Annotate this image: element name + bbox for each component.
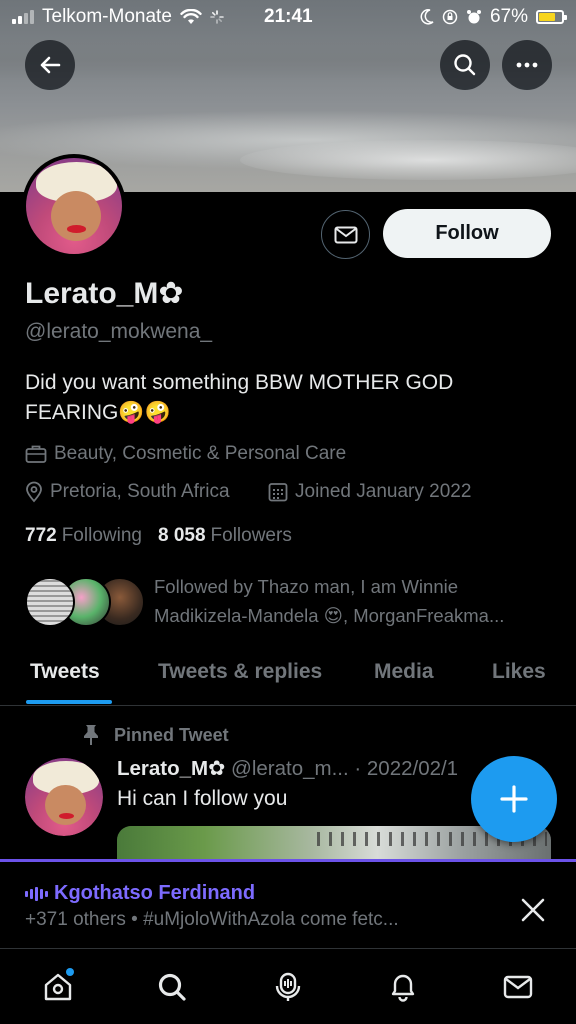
pinned-tweet-label: Pinned Tweet [82, 724, 229, 746]
close-space-button[interactable] [515, 892, 551, 928]
arrow-left-icon [40, 56, 61, 74]
search-icon [158, 973, 186, 1001]
user-handle: @lerato_mokwena_ [25, 320, 213, 343]
search-button[interactable] [440, 40, 490, 90]
tweet-author-avatar[interactable] [25, 758, 103, 836]
plus-icon [500, 785, 528, 813]
bottom-navigation [0, 948, 576, 1024]
follow-counts: 772 Following 8 058 Followers [25, 525, 292, 547]
wifi-icon [180, 9, 202, 24]
active-tab-indicator [26, 700, 112, 704]
tweet-header: Lerato_M✿ @lerato_m... · 2022/02/1 [117, 756, 458, 781]
profile-location: Pretoria, South Africa [25, 481, 230, 503]
space-host-name: Kgothatso Ferdinand [54, 882, 256, 904]
tab-media[interactable]: Media [374, 660, 434, 684]
orientation-lock-icon [442, 9, 458, 25]
clock: 21:41 [264, 6, 313, 27]
followers-count: 8 058 [157, 525, 206, 546]
bell-icon [391, 974, 415, 1002]
status-bar: Telkom-Monate 21:41 67% [0, 0, 576, 34]
moon-icon [420, 9, 434, 25]
space-host: Kgothatso Ferdinand [25, 882, 255, 905]
live-space-bar[interactable]: Kgothatso Ferdinand +371 others • #uMjol… [0, 859, 576, 948]
briefcase-icon [25, 445, 47, 463]
nav-spaces[interactable] [268, 967, 308, 1007]
nav-messages[interactable] [498, 967, 538, 1007]
space-description: +371 others • #uMjoloWithAzola come fetc… [25, 909, 399, 930]
tab-likes[interactable]: Likes [492, 660, 546, 684]
followed-by-text[interactable]: Followed by Thazo man, I am Winnie Madik… [154, 572, 549, 630]
mutual-followers-avatars[interactable] [25, 577, 145, 627]
location-pin-icon [26, 481, 42, 503]
profile-joined: Joined January 2022 [268, 481, 471, 503]
more-options-button[interactable] [502, 40, 552, 90]
avatar [25, 577, 75, 627]
pin-icon [84, 725, 98, 745]
profile-avatar[interactable] [22, 154, 126, 258]
back-button[interactable] [25, 40, 75, 90]
pinned-label: Pinned Tweet [114, 724, 229, 745]
audio-bars-icon [25, 886, 48, 901]
activity-spinner-icon [210, 10, 224, 24]
banner-wave-foam [240, 140, 576, 180]
compose-tweet-button[interactable] [471, 756, 557, 842]
message-button[interactable] [321, 210, 370, 259]
envelope-icon [334, 226, 357, 243]
location-label: Pretoria, South Africa [50, 481, 230, 502]
category-label: Beauty, Cosmetic & Personal Care [54, 443, 347, 464]
profile-tabs: Tweets Tweets & replies Media Likes [0, 648, 576, 706]
following-label: Following [61, 525, 142, 546]
follow-button[interactable]: Follow [383, 209, 551, 258]
nav-home[interactable] [38, 967, 78, 1007]
alarm-icon [466, 10, 481, 24]
joined-label: Joined January 2022 [295, 481, 472, 502]
followers-link[interactable]: 8 058 Followers [158, 525, 292, 547]
microphone-icon [275, 972, 301, 1001]
following-count: 772 [25, 525, 57, 546]
tweet-author-meta: @lerato_m... · 2022/02/1 [231, 757, 459, 780]
battery-percent: 67% [489, 6, 528, 27]
signal-icon [12, 10, 34, 24]
display-name: Lerato_M✿ [25, 277, 184, 310]
new-content-dot [66, 968, 74, 976]
profile-bio: Did you want something BBW MOTHER GOD FE… [25, 371, 454, 424]
tab-tweets[interactable]: Tweets [30, 660, 100, 684]
nav-notifications[interactable] [383, 967, 423, 1007]
battery-icon [536, 10, 567, 24]
search-icon [454, 54, 476, 76]
more-dots-icon [516, 62, 538, 68]
carrier-label: Telkom-Monate [42, 6, 172, 27]
profile-category: Beauty, Cosmetic & Personal Care [25, 443, 346, 465]
nav-search[interactable] [152, 967, 192, 1007]
close-icon [521, 898, 545, 922]
following-link[interactable]: 772 Following [25, 525, 142, 547]
tweet-author-name[interactable]: Lerato_M✿ [117, 757, 225, 780]
followers-label: Followers [210, 525, 292, 546]
tweet-text: Hi can I follow you [117, 787, 288, 810]
tab-tweets-replies[interactable]: Tweets & replies [158, 660, 322, 684]
envelope-icon [503, 975, 533, 999]
calendar-icon [268, 483, 288, 502]
